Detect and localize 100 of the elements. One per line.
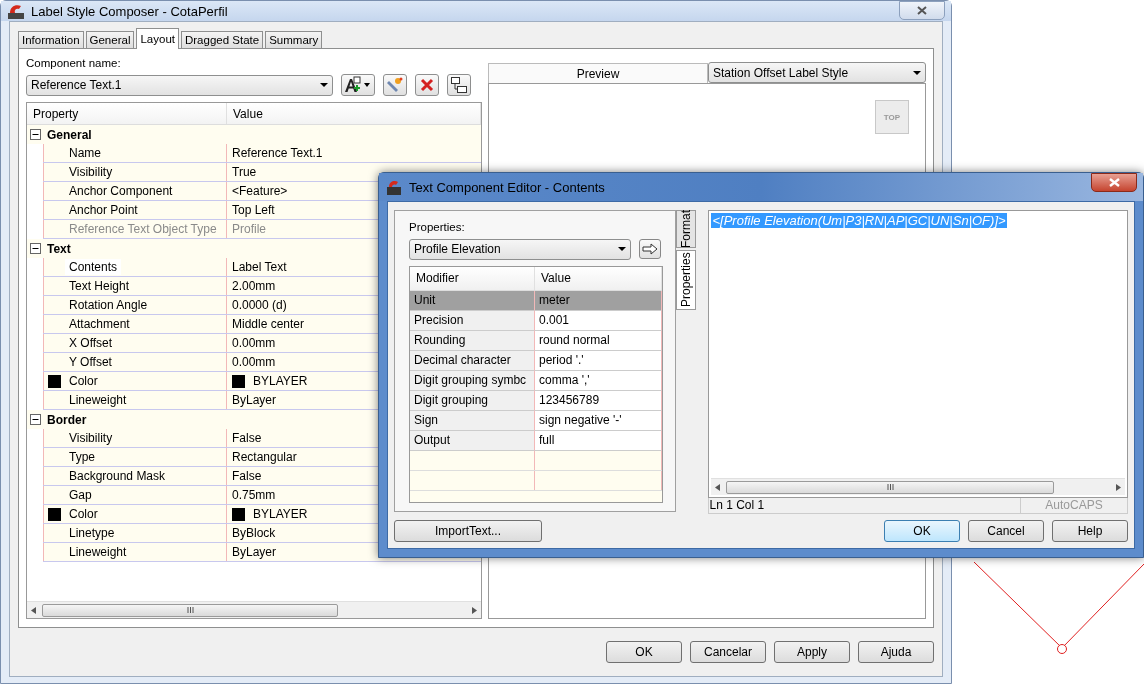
property-name[interactable]: Contents [65,259,122,275]
column-header[interactable]: Value [227,103,481,124]
property-value[interactable]: 2.00mm [232,279,276,293]
property-name[interactable]: Anchor Component [65,183,177,199]
property-value[interactable]: ByLayer [232,393,277,407]
property-name[interactable]: Color [65,373,102,389]
modifier-value[interactable]: period '.' [535,351,663,371]
close-button[interactable] [899,1,945,20]
tab[interactable]: Summary [265,31,323,49]
property-name[interactable]: Type [65,449,99,465]
tab[interactable]: General [85,31,135,49]
dialog-button[interactable]: Cancel [968,520,1044,542]
property-name[interactable]: Linetype [65,525,119,541]
dialog-button[interactable]: OK [884,520,960,542]
modifier-name[interactable]: Digit grouping [410,391,535,411]
close-button[interactable] [1091,173,1137,192]
modifier-name[interactable]: Output [410,431,535,451]
property-row[interactable]: Name Reference Text.1 [43,144,481,163]
component-edit-button[interactable] [383,74,407,96]
modifier-name[interactable]: Precision [410,311,535,331]
property-value[interactable]: 0.00mm [232,355,276,369]
dropdown-caret-icon [618,247,626,251]
tab[interactable]: Information [18,31,84,49]
column-header[interactable]: Value [535,267,663,290]
property-name[interactable]: Name [65,145,105,161]
property-name[interactable]: Anchor Point [65,202,142,218]
dialog-button[interactable]: Help [1052,520,1128,542]
dialog-button[interactable]: OK [606,641,682,663]
import-text-button[interactable]: ImportText... [394,520,542,542]
modifier-value[interactable]: meter [535,291,663,311]
property-value[interactable]: 0.0000 (d) [232,298,287,312]
property-value[interactable]: BYLAYER [253,374,308,388]
scroll-right-icon [1116,483,1121,491]
property-value[interactable]: <Feature> [232,184,288,198]
scroll-left-icon [715,483,721,491]
color-swatch [232,507,245,521]
properties-select[interactable]: Profile Elevation [409,238,631,260]
property-value[interactable]: ByBlock [232,526,276,540]
side-tab[interactable]: Properties [676,250,697,310]
property-value[interactable]: False [232,469,262,483]
property-value[interactable]: Rectangular [232,450,297,464]
group-header[interactable]: Text [43,239,227,258]
horizontal-scrollbar[interactable] [27,601,481,618]
modifier-name[interactable]: Unit [410,291,535,311]
modifier-value[interactable]: round normal [535,331,663,351]
property-value[interactable]: Top Left [232,203,275,217]
label-style-select[interactable]: Station Offset Label Style [708,62,926,83]
property-value[interactable]: False [232,431,262,445]
collapse-icon[interactable] [29,129,41,140]
property-name[interactable]: Lineweight [65,392,131,408]
dialog-button[interactable]: Ajuda [858,641,934,663]
property-name[interactable]: Y Offset [65,354,116,370]
insert-button[interactable] [639,239,661,259]
tab[interactable]: Layout [136,28,179,49]
modifier-value[interactable]: comma ',' [535,371,663,391]
property-name[interactable]: Attachment [65,316,134,332]
modifier-value[interactable]: full [535,431,663,451]
modifier-value[interactable]: 123456789 [535,391,663,411]
property-value[interactable]: Reference Text.1 [232,146,323,160]
property-name[interactable]: Gap [65,487,96,503]
column-header[interactable]: Property [27,103,227,124]
group-header[interactable]: Border [43,410,227,429]
copy-structure-button[interactable] [447,74,471,96]
component-name-select[interactable]: Reference Text.1 [26,74,333,96]
dropdown-caret-icon [913,70,921,75]
property-value[interactable]: 0.00mm [232,336,276,350]
scroll-right-icon [472,606,477,614]
grip-icon [887,484,894,490]
modifier-value[interactable]: 0.001 [535,311,663,331]
property-value[interactable]: ByLayer [232,545,277,559]
side-tab[interactable]: Format [676,210,697,248]
collapse-icon[interactable] [29,414,41,425]
dialog-button[interactable]: Cancelar [690,641,766,663]
property-value[interactable]: 0.75mm [232,488,276,502]
property-name[interactable]: Background Mask [65,468,170,484]
tab[interactable]: Dragged State [181,31,264,49]
modifier-name[interactable]: Sign [410,411,535,431]
property-name[interactable]: Lineweight [65,544,131,560]
property-name[interactable]: Visibility [65,164,117,180]
property-value[interactable]: True [232,165,257,179]
column-header[interactable]: Modifier [410,267,535,290]
property-value[interactable]: BYLAYER [253,507,308,521]
delete-button[interactable] [415,74,439,96]
preview-tab[interactable]: Preview [488,63,708,83]
property-value[interactable]: Label Text [232,260,287,274]
horizontal-scrollbar[interactable] [711,478,1125,495]
group-header[interactable]: General [43,125,227,144]
add-text-button[interactable] [341,74,375,96]
property-name[interactable]: Rotation Angle [65,297,152,313]
property-name[interactable]: Color [65,506,102,522]
property-value[interactable]: Middle center [232,317,305,331]
dialog-button[interactable]: Apply [774,641,850,663]
property-name[interactable]: Visibility [65,430,117,446]
property-name[interactable]: Text Height [65,278,134,294]
property-name[interactable]: X Offset [65,335,117,351]
modifier-name[interactable]: Digit grouping symbc [410,371,535,391]
modifier-name[interactable]: Rounding [410,331,535,351]
modifier-name[interactable]: Decimal character [410,351,535,371]
modifier-value[interactable]: sign negative '-' [535,411,663,431]
collapse-icon[interactable] [29,243,41,254]
